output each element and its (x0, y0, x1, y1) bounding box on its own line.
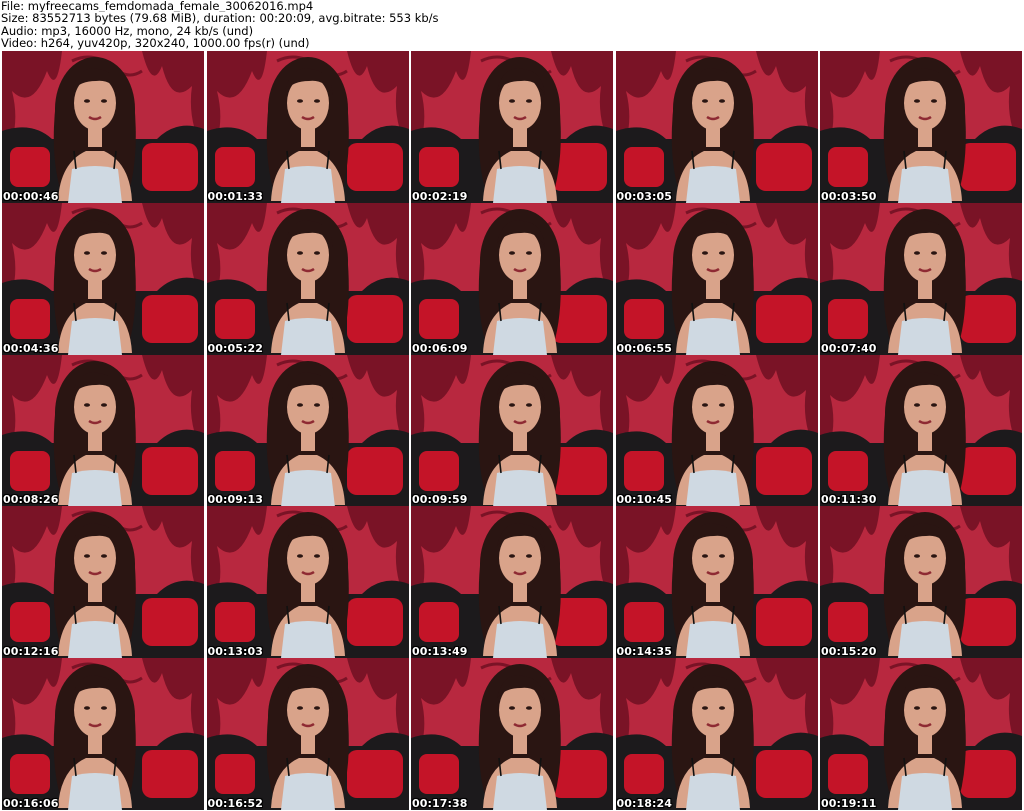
frame-image (411, 506, 613, 659)
frame-timestamp: 00:16:52 (207, 796, 264, 810)
video-thumbnail: 00:11:30 (820, 354, 1022, 507)
video-thumbnail: 00:08:26 (2, 354, 204, 507)
video-thumbnail: 00:09:59 (411, 354, 613, 507)
frame-timestamp: 00:10:45 (616, 493, 673, 507)
frame-timestamp: 00:14:35 (616, 645, 673, 659)
video-thumbnail: 00:18:24 (615, 658, 818, 810)
frame-image (820, 202, 1022, 355)
frame-image (206, 51, 409, 203)
frame-image (820, 658, 1022, 810)
video-thumbnail: 00:15:20 (820, 506, 1022, 659)
frame-image (2, 202, 204, 355)
video-thumbnail: 00:00:46 (2, 51, 204, 203)
video-thumbnail: 00:10:45 (615, 354, 818, 507)
frame-image (615, 354, 818, 507)
frame-image (2, 51, 204, 203)
video-thumbnail: 00:02:19 (411, 51, 613, 203)
video-thumbnail: 00:03:50 (820, 51, 1022, 203)
video-thumbnail: 00:19:11 (820, 658, 1022, 810)
frame-image (411, 51, 613, 203)
frame-timestamp: 00:06:09 (412, 341, 468, 355)
frame-timestamp: 00:03:05 (616, 189, 673, 203)
frame-image (615, 506, 818, 659)
frame-image (206, 658, 409, 810)
video-thumbnail: 00:13:03 (206, 506, 409, 659)
video-thumbnail: 00:07:40 (820, 202, 1022, 355)
frame-image (2, 354, 204, 507)
frame-timestamp: 00:11:30 (821, 493, 877, 507)
frame-timestamp: 00:01:33 (207, 189, 264, 203)
frame-timestamp: 00:09:59 (412, 493, 468, 507)
frame-image (411, 658, 613, 810)
frame-timestamp: 00:16:06 (3, 796, 59, 810)
frame-image (615, 202, 818, 355)
frame-timestamp: 00:03:50 (821, 189, 877, 203)
video-thumbnail: 00:06:09 (411, 202, 613, 355)
frame-image (820, 506, 1022, 659)
frame-timestamp: 00:04:36 (3, 341, 59, 355)
frame-image (615, 51, 818, 203)
video-thumbnail: 00:12:16 (2, 506, 204, 659)
frame-image (411, 202, 613, 355)
frame-timestamp: 00:08:26 (3, 493, 59, 507)
video-thumbnail: 00:01:33 (206, 51, 409, 203)
thumbnail-grid: 00:00:46 00:01:33 00:02:19 00:03:05 00:0… (2, 51, 1022, 810)
frame-timestamp: 00:06:55 (616, 341, 673, 355)
video-thumbnail: 00:09:13 (206, 354, 409, 507)
frame-timestamp: 00:18:24 (616, 796, 673, 810)
video-thumbnail: 00:17:38 (411, 658, 613, 810)
audio-info-line: Audio: mp3, 16000 Hz, mono, 24 kb/s (und… (1, 24, 254, 38)
frame-timestamp: 00:19:11 (821, 796, 877, 810)
frame-image (2, 506, 204, 659)
video-thumbnail: 00:03:05 (615, 51, 818, 203)
video-info-line: Video: h264, yuv420p, 320x240, 1000.00 f… (1, 37, 310, 50)
frame-timestamp: 00:13:03 (207, 645, 264, 659)
video-thumbnail: 00:16:06 (2, 658, 204, 810)
video-thumbnail: 00:13:49 (411, 506, 613, 659)
video-thumbnail: 00:04:36 (2, 202, 204, 355)
file-name-line: File: myfreecams_femdomada_female_300620… (1, 0, 314, 13)
frame-timestamp: 00:17:38 (412, 796, 468, 810)
frame-timestamp: 00:12:16 (3, 645, 59, 659)
frame-image (2, 658, 204, 810)
frame-timestamp: 00:05:22 (207, 341, 264, 355)
video-thumbnail: 00:16:52 (206, 658, 409, 810)
frame-image (615, 658, 818, 810)
frame-image (206, 506, 409, 659)
frame-timestamp: 00:09:13 (207, 493, 264, 507)
frame-image (411, 354, 613, 507)
file-size-line: Size: 83552713 bytes (79.68 MiB), durati… (1, 12, 439, 25)
frame-timestamp: 00:13:49 (412, 645, 468, 659)
frame-image (206, 354, 409, 507)
video-thumbnail: 00:14:35 (615, 506, 818, 659)
frame-timestamp: 00:00:46 (3, 189, 59, 203)
frame-timestamp: 00:02:19 (412, 189, 468, 203)
frame-image (820, 51, 1022, 203)
frame-timestamp: 00:07:40 (821, 341, 877, 355)
video-thumbnail: 00:06:55 (615, 202, 818, 355)
file-info-header: File: myfreecams_femdomada_female_300620… (0, 0, 1024, 50)
frame-timestamp: 00:15:20 (821, 645, 877, 659)
video-thumbnail: 00:05:22 (206, 202, 409, 355)
frame-image (206, 202, 409, 355)
frame-image (820, 354, 1022, 507)
